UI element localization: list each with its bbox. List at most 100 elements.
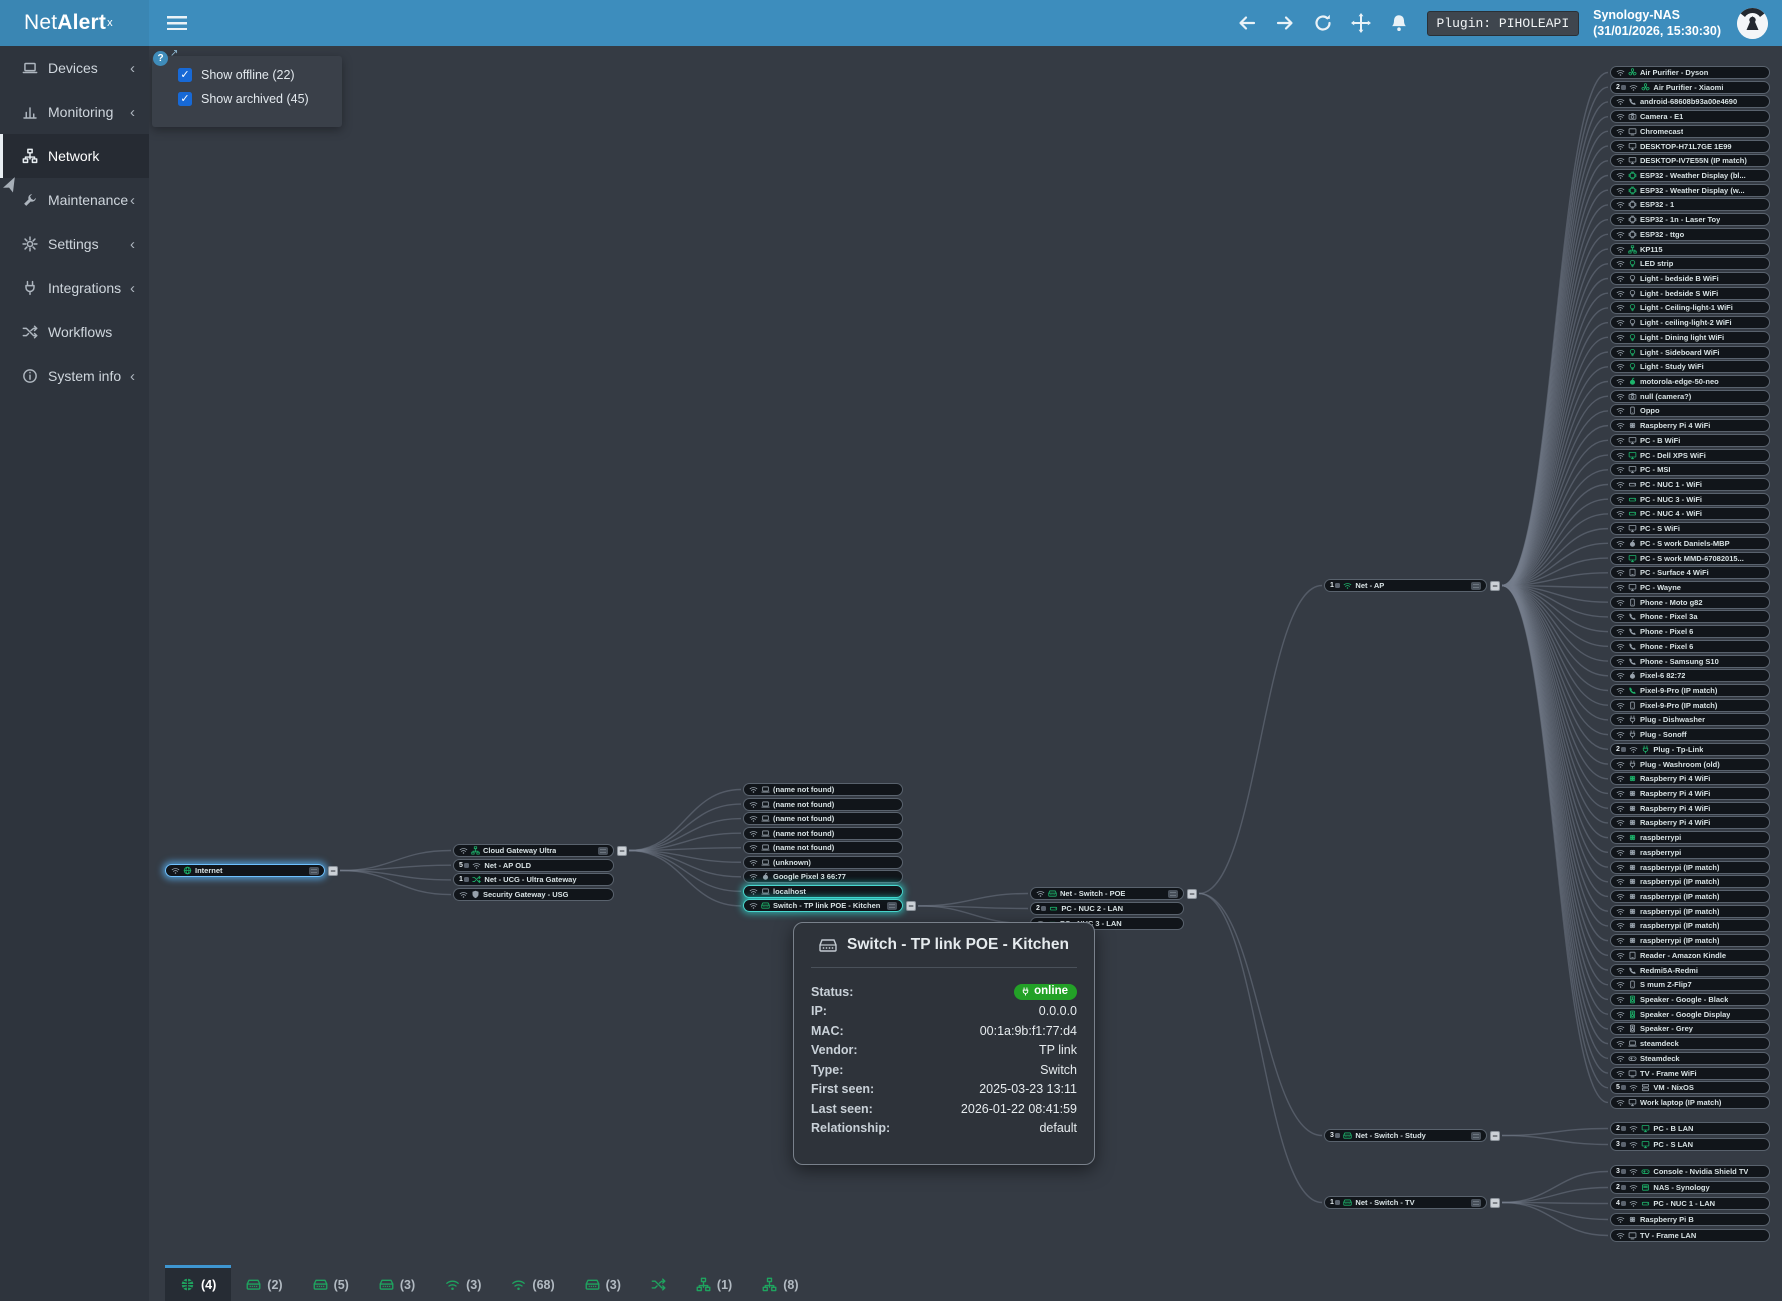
graph-node-pc-b-lan[interactable]: 2PC - B LAN bbox=[1610, 1122, 1770, 1135]
checkbox-checked-icon[interactable]: ✓ bbox=[178, 68, 192, 82]
graph-node-raspberrypi-ip-match[interactable]: raspberrypi (IP match) bbox=[1610, 934, 1770, 947]
sidebar-item-network[interactable]: Network bbox=[0, 134, 149, 178]
graph-node-desktop-h71l7ge-1e99[interactable]: DESKTOP-H71L7GE 1E99 bbox=[1610, 140, 1770, 153]
graph-node-pc-s-work-daniels-mbp[interactable]: PC - S work Daniels-MBP bbox=[1610, 537, 1770, 550]
graph-node-internet[interactable]: Internet bbox=[165, 864, 325, 877]
graph-node-name-not-found[interactable]: (name not found) bbox=[743, 798, 903, 811]
collapse-children-button[interactable]: − bbox=[328, 866, 338, 876]
filter-show-offline[interactable]: ✓ Show offline (22) bbox=[178, 68, 342, 82]
graph-node-light-bedside-s-wifi[interactable]: Light - bedside S WiFi bbox=[1610, 287, 1770, 300]
graph-node-phone-samsung-s10[interactable]: Phone - Samsung S10 bbox=[1610, 655, 1770, 668]
graph-node-pc-s-lan[interactable]: 3PC - S LAN bbox=[1610, 1138, 1770, 1151]
graph-node-name-not-found[interactable]: (name not found) bbox=[743, 841, 903, 854]
graph-node-esp32-ttgo[interactable]: ESP32 - ttgo bbox=[1610, 228, 1770, 241]
graph-node-chromecast[interactable]: Chromecast bbox=[1610, 125, 1770, 138]
graph-node-steamdeck[interactable]: steamdeck bbox=[1610, 1037, 1770, 1050]
graph-node-pc-nuc-1-lan[interactable]: 4PC - NUC 1 - LAN bbox=[1610, 1197, 1770, 1210]
graph-node-tv-frame-lan[interactable]: TV - Frame LAN bbox=[1610, 1229, 1770, 1242]
graph-node-air-purifier-dyson[interactable]: Air Purifier - Dyson bbox=[1610, 66, 1770, 79]
pan-move-icon[interactable] bbox=[1351, 13, 1371, 33]
collapse-children-button[interactable]: − bbox=[1490, 581, 1500, 591]
node-menu-icon[interactable] bbox=[1471, 1199, 1481, 1207]
topology-tab-7-shuffle[interactable] bbox=[636, 1265, 681, 1301]
graph-node-camera-e1[interactable]: Camera - E1 bbox=[1610, 110, 1770, 123]
graph-node-pc-nuc-1-wifi[interactable]: PC - NUC 1 - WiFi bbox=[1610, 478, 1770, 491]
graph-node-plug-washroom-old[interactable]: Plug - Washroom (old) bbox=[1610, 758, 1770, 771]
graph-node-pc-dell-xps-wifi[interactable]: PC - Dell XPS WiFi bbox=[1610, 449, 1770, 462]
external-link-icon[interactable]: ↗ bbox=[170, 48, 178, 59]
graph-node-tv-frame-wifi[interactable]: TV - Frame WiFi bbox=[1610, 1067, 1770, 1080]
collapse-children-button[interactable]: − bbox=[906, 901, 916, 911]
app-logo[interactable]: NetAlertx bbox=[0, 0, 149, 46]
topology-tab-4-wifi[interactable]: (3) bbox=[430, 1265, 496, 1301]
graph-node-pc-nuc-4-wifi[interactable]: PC - NUC 4 - WiFi bbox=[1610, 507, 1770, 520]
graph-node-pc-s-work-mmd-67082015[interactable]: PC - S work MMD-67082015... bbox=[1610, 552, 1770, 565]
graph-node-light-ceiling-light-2-wifi[interactable]: Light - ceiling-light-2 WiFi bbox=[1610, 316, 1770, 329]
graph-node-pc-surface-4-wifi[interactable]: PC - Surface 4 WiFi bbox=[1610, 566, 1770, 579]
graph-node-name-not-found[interactable]: (name not found) bbox=[743, 827, 903, 840]
graph-node-raspberrypi-ip-match[interactable]: raspberrypi (IP match) bbox=[1610, 919, 1770, 932]
graph-node-redmi5a-redmi[interactable]: Redmi5A-Redmi bbox=[1610, 964, 1770, 977]
graph-node-speaker-grey[interactable]: Speaker - Grey bbox=[1610, 1022, 1770, 1035]
graph-node-light-sideboard-wifi[interactable]: Light - Sideboard WiFi bbox=[1610, 346, 1770, 359]
graph-node-work-laptop-ip-match[interactable]: Work laptop (IP match) bbox=[1610, 1096, 1770, 1109]
graph-node-phone-pixel-6[interactable]: Phone - Pixel 6 bbox=[1610, 640, 1770, 653]
topology-tab-5-wifi[interactable]: (68) bbox=[496, 1265, 569, 1301]
node-menu-icon[interactable] bbox=[1471, 582, 1481, 590]
graph-node-net-switch-study[interactable]: 3Net - Switch - Study bbox=[1324, 1129, 1487, 1142]
graph-node-pixel-9-pro-ip-match[interactable]: Pixel-9-Pro (IP match) bbox=[1610, 699, 1770, 712]
graph-node-esp32-weather-display-w[interactable]: ESP32 - Weather Display (w... bbox=[1610, 184, 1770, 197]
graph-node-security-gateway-usg[interactable]: Security Gateway - USG bbox=[453, 888, 614, 901]
node-menu-icon[interactable] bbox=[309, 867, 319, 875]
graph-node-plug-sonoff[interactable]: Plug - Sonoff bbox=[1610, 728, 1770, 741]
graph-node-pixel-9-pro-ip-match[interactable]: Pixel-9-Pro (IP match) bbox=[1610, 684, 1770, 697]
graph-node-oppo[interactable]: Oppo bbox=[1610, 404, 1770, 417]
topology-tab-6-switch[interactable]: (3) bbox=[570, 1265, 636, 1301]
topology-tab-0-globe[interactable]: (4) bbox=[165, 1265, 231, 1301]
graph-node-net-switch-poe[interactable]: Net - Switch - POE bbox=[1030, 887, 1184, 900]
graph-node-plug-dishwasher[interactable]: Plug - Dishwasher bbox=[1610, 713, 1770, 726]
graph-node-pc-wayne[interactable]: PC - Wayne bbox=[1610, 581, 1770, 594]
graph-node-net-ap[interactable]: 1Net - AP bbox=[1324, 579, 1487, 592]
topology-tab-2-switch[interactable]: (5) bbox=[298, 1265, 364, 1301]
collapse-children-button[interactable]: − bbox=[617, 846, 627, 856]
graph-node-esp32-1[interactable]: ESP32 - 1 bbox=[1610, 198, 1770, 211]
notifications-bell-icon[interactable] bbox=[1389, 13, 1409, 33]
graph-node-phone-pixel-3a[interactable]: Phone - Pixel 3a bbox=[1610, 610, 1770, 623]
node-menu-icon[interactable] bbox=[598, 847, 608, 855]
collapse-children-button[interactable]: − bbox=[1187, 889, 1197, 899]
graph-node-unknown[interactable]: (unknown) bbox=[743, 856, 903, 869]
sidebar-item-devices[interactable]: Devices ‹ bbox=[0, 46, 149, 90]
graph-node-light-bedside-b-wifi[interactable]: Light - bedside B WiFi bbox=[1610, 272, 1770, 285]
graph-node-light-ceiling-light-1-wifi[interactable]: Light - Ceiling-light-1 WiFi bbox=[1610, 301, 1770, 314]
collapse-children-button[interactable]: − bbox=[1490, 1131, 1500, 1141]
graph-node-pc-b-wifi[interactable]: PC - B WiFi bbox=[1610, 434, 1770, 447]
graph-node-light-dining-light-wifi[interactable]: Light - Dining light WiFi bbox=[1610, 331, 1770, 344]
graph-node-s-mum-z-flip7[interactable]: S mum Z-Flip7 bbox=[1610, 978, 1770, 991]
sidebar-item-settings[interactable]: Settings ‹ bbox=[0, 222, 149, 266]
checkbox-checked-icon[interactable]: ✓ bbox=[178, 92, 192, 106]
graph-node-net-ap-old[interactable]: 5Net - AP OLD bbox=[453, 859, 614, 872]
graph-node-air-purifier-xiaomi[interactable]: 2Air Purifier - Xiaomi bbox=[1610, 81, 1770, 94]
graph-node-cloud-gateway-ultra[interactable]: Cloud Gateway Ultra bbox=[453, 844, 614, 857]
graph-node-raspberrypi-ip-match[interactable]: raspberrypi (IP match) bbox=[1610, 875, 1770, 888]
topology-tab-3-switch[interactable]: (3) bbox=[364, 1265, 430, 1301]
node-menu-icon[interactable] bbox=[887, 902, 897, 910]
graph-node-localhost[interactable]: localhost bbox=[743, 885, 903, 898]
graph-node-speaker-google-display[interactable]: Speaker - Google Display bbox=[1610, 1008, 1770, 1021]
graph-node-esp32-1n-laser-toy[interactable]: ESP32 - 1n - Laser Toy bbox=[1610, 213, 1770, 226]
user-avatar[interactable] bbox=[1737, 8, 1768, 39]
node-menu-icon[interactable] bbox=[1471, 1132, 1481, 1140]
graph-node-pc-nuc-3-wifi[interactable]: PC - NUC 3 - WiFi bbox=[1610, 493, 1770, 506]
graph-node-reader-amazon-kindle[interactable]: Reader - Amazon Kindle bbox=[1610, 949, 1770, 962]
sidebar-item-monitoring[interactable]: Monitoring ‹ bbox=[0, 90, 149, 134]
graph-node-switch-tp-link-poe-kitchen[interactable]: Switch - TP link POE - Kitchen bbox=[743, 899, 903, 912]
graph-node-plug-tp-link[interactable]: 2Plug - Tp-Link bbox=[1610, 743, 1770, 756]
graph-node-phone-pixel-6[interactable]: Phone - Pixel 6 bbox=[1610, 625, 1770, 638]
graph-node-raspberry-pi-b[interactable]: Raspberry Pi B bbox=[1610, 1213, 1770, 1226]
graph-node-pc-s-wifi[interactable]: PC - S WiFi bbox=[1610, 522, 1770, 535]
graph-node-null-camera[interactable]: null (camera?) bbox=[1610, 390, 1770, 403]
graph-node-raspberrypi[interactable]: raspberrypi bbox=[1610, 846, 1770, 859]
graph-node-kp115[interactable]: KP115 bbox=[1610, 243, 1770, 256]
graph-node-vm-nixos[interactable]: 5VM - NixOS bbox=[1610, 1081, 1770, 1094]
